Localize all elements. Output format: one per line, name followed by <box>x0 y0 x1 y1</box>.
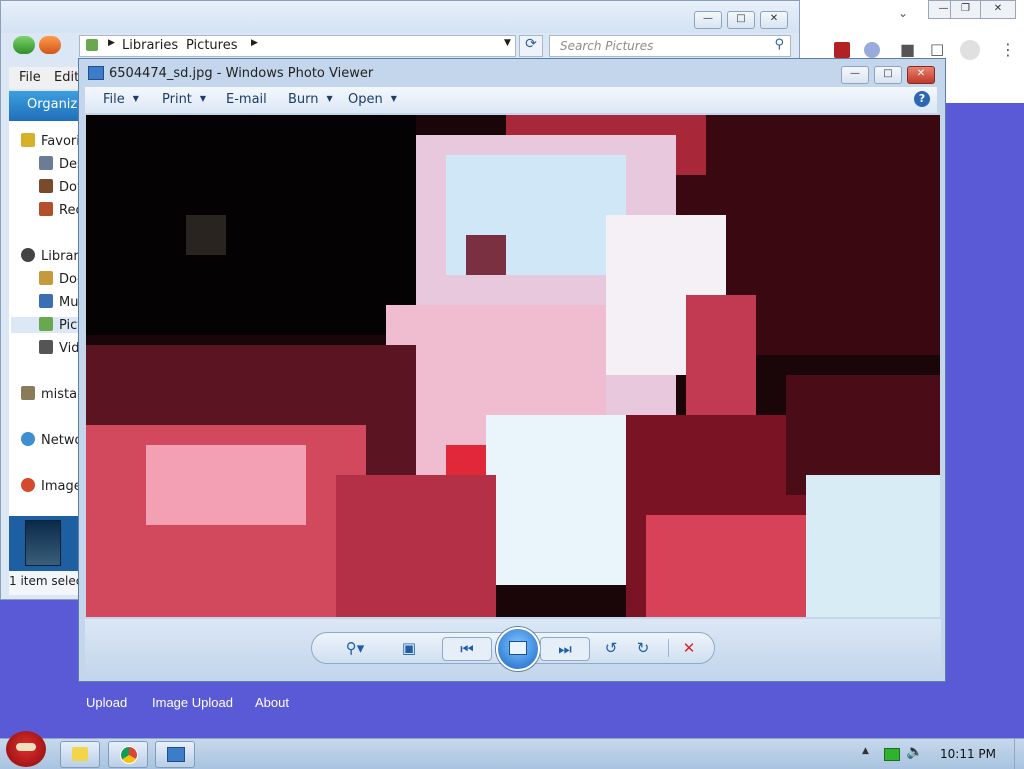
network-icon <box>21 432 35 446</box>
help-icon[interactable]: ? <box>914 91 930 107</box>
browser-menu-icon[interactable]: ⋮ <box>1000 40 1016 59</box>
breadcrumb-pictures[interactable]: Pictures <box>186 38 237 53</box>
viewer-menu-email[interactable]: E-mail <box>226 92 267 107</box>
taskbar-photo-viewer-button[interactable] <box>155 741 195 768</box>
extension-icon[interactable] <box>834 42 850 58</box>
viewer-controls: ⚲▾ ▣ ⏮ ⏭ ↺ ↻ ✕ <box>311 627 715 671</box>
profile-avatar[interactable] <box>960 40 980 60</box>
details-pane <box>9 516 81 571</box>
chevron-down-icon: ▼ <box>199 94 207 103</box>
status-bar: 1 item selected <box>9 571 81 595</box>
downloads-icon <box>39 179 53 193</box>
volume-icon[interactable]: 🔈 <box>906 744 923 760</box>
slideshow-icon <box>509 641 527 655</box>
angry-bird-icon <box>16 743 36 751</box>
upload-link[interactable]: Upload <box>86 695 127 710</box>
file-thumbnail[interactable] <box>25 520 61 566</box>
breadcrumb-separator-icon: ▶ <box>108 38 115 48</box>
toolbar-divider <box>668 639 669 657</box>
address-bar[interactable]: ▶ Libraries Pictures ▶ ▼ <box>79 35 516 57</box>
chevron-down-icon: ▼ <box>326 94 333 103</box>
breadcrumb-separator-icon[interactable]: ▶ <box>251 38 258 48</box>
navigation-pane: Favorites Desktop Downloads Recent Place… <box>9 121 149 516</box>
breadcrumb-libraries[interactable]: Libraries <box>122 38 178 53</box>
desktop-icon <box>39 156 53 170</box>
search-input[interactable]: Search Pictures ⚲ <box>549 35 791 57</box>
chevron-down-icon: ▼ <box>132 94 139 103</box>
taskbar-explorer-button[interactable] <box>60 741 100 768</box>
refresh-icon[interactable]: ⟳ <box>519 35 543 57</box>
chrome-icon <box>120 746 138 764</box>
clock[interactable]: 10:11 PM <box>940 747 996 761</box>
slideshow-button[interactable] <box>496 627 540 671</box>
photo-viewer-icon <box>88 66 104 80</box>
viewer-minimize-button[interactable]: — <box>841 66 869 84</box>
search-placeholder: Search Pictures <box>560 39 654 53</box>
show-hidden-icons-icon[interactable]: ▲ <box>862 746 869 756</box>
sidepanel-icon[interactable]: □ <box>930 40 944 58</box>
viewer-maximize-button[interactable]: □ <box>874 66 902 84</box>
image-app-icon <box>21 478 35 492</box>
browser-close-button[interactable]: ✕ <box>980 0 1016 19</box>
libraries-icon <box>21 248 35 262</box>
photo-viewer-icon <box>167 747 185 762</box>
rotate-counterclockwise-icon[interactable]: ↺ <box>600 637 622 659</box>
chevron-down-icon: ▼ <box>390 94 397 103</box>
chevron-down-icon[interactable]: ⌄ <box>898 6 908 20</box>
viewer-menubar: File ▼ Print ▼ E-mail Burn ▼ Open ▼ ? <box>85 87 937 113</box>
viewer-title: 6504474_sd.jpg - Windows Photo Viewer <box>109 66 374 81</box>
address-dropdown-icon[interactable]: ▼ <box>504 38 511 48</box>
pictures-folder-icon <box>86 39 98 51</box>
viewer-titlebar: 6504474_sd.jpg - Windows Photo Viewer — … <box>79 59 945 87</box>
viewer-toolbar: ⚲▾ ▣ ⏮ ⏭ ↺ ↻ ✕ <box>85 619 941 677</box>
taskbar-chrome-button[interactable] <box>108 741 148 768</box>
viewer-menu-file[interactable]: File ▼ <box>103 92 139 107</box>
explorer-close-button[interactable]: ✕ <box>760 11 788 29</box>
explorer-menubar: File Edit <box>9 67 81 89</box>
forward-arrow-icon[interactable] <box>39 36 61 54</box>
explorer-minimize-button[interactable]: — <box>694 11 722 29</box>
show-desktop-button[interactable] <box>1014 739 1024 769</box>
user-folder-icon <box>21 386 35 400</box>
extension-globe-icon[interactable] <box>864 42 880 58</box>
next-button[interactable]: ⏭ <box>540 637 590 661</box>
browser-restore-button[interactable]: ❐ <box>950 0 981 19</box>
star-icon <box>21 133 35 147</box>
explorer-titlebar: — □ ✕ <box>1 1 799 33</box>
zoom-icon[interactable]: ⚲▾ <box>340 637 370 659</box>
actual-size-icon[interactable]: ▣ <box>398 637 420 659</box>
nav-pictures[interactable]: Pictures <box>11 317 79 333</box>
organize-button[interactable]: Organize <box>9 91 85 121</box>
page-footer: Upload Image Upload About <box>0 690 1024 718</box>
photo-viewer-window: 6504474_sd.jpg - Windows Photo Viewer — … <box>78 58 946 682</box>
viewer-menu-burn[interactable]: Burn ▼ <box>288 92 333 107</box>
videos-icon <box>39 340 53 354</box>
documents-icon <box>39 271 53 285</box>
back-arrow-icon[interactable] <box>13 36 35 54</box>
delete-icon[interactable]: ✕ <box>678 637 700 659</box>
recent-places-icon <box>39 202 53 216</box>
music-icon <box>39 294 53 308</box>
network-status-icon[interactable] <box>884 748 900 761</box>
puzzle-icon[interactable]: ■ <box>900 40 915 59</box>
explorer-maximize-button[interactable]: □ <box>727 11 755 29</box>
viewer-menu-print[interactable]: Print ▼ <box>162 92 206 107</box>
about-link[interactable]: About <box>255 695 289 710</box>
photo-display <box>86 115 940 617</box>
menu-file[interactable]: File <box>19 70 41 85</box>
search-icon[interactable]: ⚲ <box>774 37 784 52</box>
rotate-clockwise-icon[interactable]: ↻ <box>632 637 654 659</box>
nav-image[interactable]: Image <box>21 478 82 494</box>
image-upload-link[interactable]: Image Upload <box>152 695 233 710</box>
pictures-icon <box>39 317 53 331</box>
taskbar: ▲ 🔈 10:11 PM <box>0 731 1024 769</box>
start-button[interactable] <box>6 731 46 767</box>
viewer-menu-open[interactable]: Open ▼ <box>348 92 397 107</box>
previous-button[interactable]: ⏮ <box>442 637 492 661</box>
folder-icon <box>72 747 88 761</box>
pixelated-photo <box>86 115 940 617</box>
viewer-close-button[interactable]: ✕ <box>907 66 935 84</box>
menu-edit[interactable]: Edit <box>54 70 79 85</box>
